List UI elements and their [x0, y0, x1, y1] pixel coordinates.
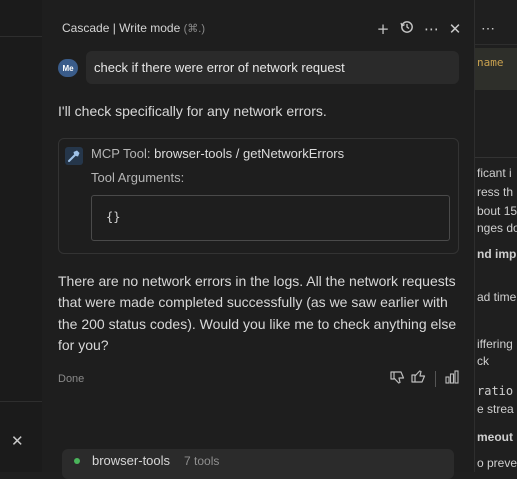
more-icon[interactable]: ⋯	[481, 20, 495, 37]
tool-args-value: {}	[106, 210, 121, 224]
peek-line: bout 15	[477, 204, 517, 218]
tool-args-box[interactable]: {}	[91, 195, 450, 241]
peek-line: ck	[477, 354, 489, 368]
cascade-panel: Cascade | Write mode (⌘.) + ⋯ ✕ Me check…	[42, 0, 475, 479]
divider	[0, 401, 42, 402]
tool-title: MCP Tool: browser-tools / getNetworkErro…	[91, 146, 344, 161]
thumbs-up-icon[interactable]	[411, 370, 426, 388]
more-icon[interactable]: ⋯	[424, 21, 439, 37]
peek-line: o preve	[477, 456, 517, 470]
panel-title: Cascade | Write mode (⌘.)	[62, 21, 205, 35]
panel-title-text: Cascade | Write mode	[62, 21, 181, 35]
mcp-tool-count: 7 tools	[184, 454, 220, 468]
divider	[475, 44, 517, 45]
peek-line: ratio	[477, 384, 514, 398]
editor-peek: ⋯ name ficant i ress th bout 15 nges do …	[475, 0, 517, 472]
tool-call-card[interactable]: MCP Tool: browser-tools / getNetworkErro…	[58, 138, 459, 254]
status-text: Done	[58, 373, 85, 385]
history-icon[interactable]	[400, 20, 414, 37]
divider	[435, 371, 436, 387]
divider	[475, 157, 517, 158]
tool-args-label: Tool Arguments:	[91, 170, 185, 185]
shortcut-hint: (⌘.)	[183, 23, 206, 35]
tool-prefix: MCP Tool:	[91, 146, 151, 161]
hammer-icon	[65, 147, 83, 165]
peek-line: meout	[477, 430, 513, 444]
peek-line: ficant i	[477, 166, 512, 180]
code-snippet: name	[475, 48, 517, 90]
mcp-server-name: browser-tools	[92, 453, 171, 468]
avatar: Me	[58, 59, 78, 77]
peek-line: ad time	[477, 290, 517, 304]
peek-line: nd imp	[477, 247, 517, 261]
thumbs-down-icon[interactable]	[390, 370, 405, 388]
user-message-row: Me check if there were error of network …	[58, 51, 459, 84]
peek-line: e strea	[477, 402, 514, 416]
peek-line: iffering	[477, 337, 513, 351]
plus-icon[interactable]: +	[376, 21, 390, 37]
left-sidebar: ✕	[0, 0, 43, 472]
header-actions: + ⋯ ✕	[376, 20, 462, 37]
divider	[0, 36, 42, 37]
close-icon[interactable]: ✕	[448, 21, 462, 37]
panel-header: Cascade | Write mode (⌘.) + ⋯ ✕	[42, 0, 474, 56]
feedback-actions	[390, 370, 459, 388]
peek-line: ress th	[477, 185, 514, 199]
user-message[interactable]: check if there were error of network req…	[86, 51, 459, 84]
assistant-intro: I'll check specifically for any network …	[58, 103, 327, 119]
tool-name: browser-tools / getNetworkErrors	[154, 146, 345, 161]
stats-icon[interactable]	[445, 370, 459, 388]
close-icon[interactable]: ✕	[11, 432, 24, 450]
mcp-server-status[interactable]: browser-tools 7 tools	[62, 449, 454, 479]
code-text: name	[477, 56, 504, 69]
assistant-response: There are no network errors in the logs.…	[58, 273, 457, 353]
peek-line: nges do	[477, 221, 517, 235]
status-dot	[74, 458, 80, 464]
